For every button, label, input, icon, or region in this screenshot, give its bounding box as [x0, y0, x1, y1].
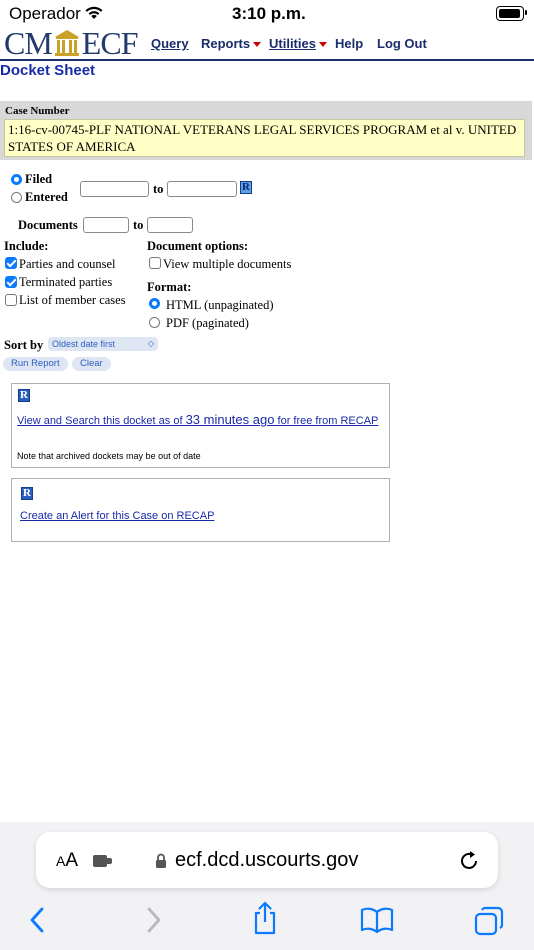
courthouse-icon [54, 30, 79, 56]
battery-icon [496, 6, 524, 21]
document-options-label: Document options: [147, 239, 249, 253]
sort-select[interactable]: Oldest date first ◇ [48, 337, 158, 351]
nav-reports[interactable]: Reports [201, 36, 262, 51]
back-icon[interactable] [28, 906, 48, 934]
cmecf-logo[interactable]: CM ECF [4, 25, 139, 61]
forward-icon[interactable] [143, 906, 163, 934]
documents-to-label: to [133, 218, 144, 232]
clear-button[interactable]: Clear [72, 357, 111, 371]
format-html-radio[interactable] [149, 298, 160, 309]
view-multiple-label: View multiple documents [163, 257, 292, 271]
url-text[interactable]: ecf.dcd.uscourts.gov [175, 849, 358, 872]
date-to-label: to [153, 182, 164, 196]
logo-text-left: CM [4, 25, 53, 61]
header-divider [0, 59, 534, 61]
sort-select-value: Oldest date first [52, 339, 116, 349]
text-size-button[interactable]: AA [56, 850, 78, 872]
filed-radio[interactable] [11, 174, 22, 185]
parties-checkbox[interactable] [5, 257, 17, 269]
share-icon[interactable] [251, 900, 279, 936]
recap-logo-icon: R [18, 389, 30, 402]
reload-icon[interactable] [457, 849, 481, 873]
sort-label: Sort by [4, 338, 44, 352]
terminated-checkbox[interactable] [5, 276, 17, 288]
documents-label: Documents [18, 218, 78, 232]
logo-text-right: ECF [81, 25, 139, 61]
case-number-value: 1:16-cv-00745-PLF NATIONAL VETERANS LEGA… [4, 119, 525, 157]
view-multiple-checkbox[interactable] [149, 257, 161, 269]
lock-icon [156, 853, 166, 868]
documents-from-input[interactable] [83, 217, 129, 233]
filed-label: Filed [25, 172, 53, 186]
carrier-label: Operador [9, 4, 81, 23]
recap-date-badge[interactable]: R [240, 181, 252, 194]
format-label: Format: [147, 280, 192, 294]
status-time: 3:10 p.m. [232, 4, 306, 23]
bookmarks-icon[interactable] [360, 907, 394, 933]
recap-alert-logo-icon: R [21, 487, 33, 500]
include-label: Include: [4, 239, 49, 253]
parties-label: Parties and counsel [19, 257, 116, 271]
nav-utilities[interactable]: Utilities [269, 36, 327, 51]
select-chevron-icon: ◇ [147, 339, 154, 348]
wifi-icon [85, 6, 103, 19]
format-pdf-label: PDF (paginated) [166, 316, 249, 330]
run-report-button[interactable]: Run Report [3, 357, 68, 371]
recap-alert-link[interactable]: Create an Alert for this Case on RECAP [20, 510, 214, 522]
date-from-input[interactable] [80, 181, 149, 197]
nav-logout[interactable]: Log Out [377, 36, 427, 51]
terminated-label: Terminated parties [19, 275, 113, 289]
entered-label: Entered [25, 190, 68, 204]
extension-icon[interactable] [92, 851, 114, 871]
page-title: Docket Sheet [0, 62, 96, 79]
case-number-label: Case Number [5, 105, 70, 117]
entered-radio[interactable] [11, 192, 22, 203]
recap-note: Note that archived dockets may be out of… [17, 451, 201, 461]
date-to-input[interactable] [167, 181, 237, 197]
member-cases-checkbox[interactable] [5, 294, 17, 306]
utilities-caret-icon [318, 42, 327, 48]
nav-help[interactable]: Help [335, 36, 363, 51]
documents-to-input[interactable] [147, 217, 193, 233]
tabs-icon[interactable] [473, 905, 505, 937]
reports-caret-icon [253, 42, 262, 48]
recap-view-link[interactable]: View and Search this docket as of 33 min… [17, 412, 378, 427]
nav-query[interactable]: Query [151, 36, 189, 51]
format-html-label: HTML (unpaginated) [166, 298, 274, 312]
format-pdf-radio[interactable] [149, 317, 160, 328]
battery-nub [525, 10, 527, 15]
member-cases-label: List of member cases [19, 293, 126, 307]
